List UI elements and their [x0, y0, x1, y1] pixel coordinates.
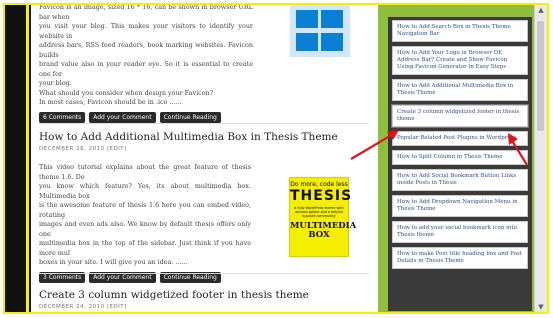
left-accent-line: [26, 5, 29, 312]
sidebar-link-highlighted[interactable]: Create 3 column widgetized footer in the…: [391, 104, 529, 128]
sidebar-link[interactable]: How to Add Additional Multimedia Box in …: [392, 79, 528, 101]
excerpt-line: your blog.: [39, 79, 72, 87]
scroll-thumb[interactable]: [537, 21, 544, 131]
sidebar-link[interactable]: How to add your social bookmark icon int…: [392, 221, 528, 243]
excerpt-line: is the awesome feature of thesis 1.6 her…: [39, 201, 251, 219]
excerpt-line: brand value also in your reader eye. So …: [39, 60, 253, 78]
book-caption: MULTIMEDIA BOX: [290, 222, 356, 240]
excerpt-line: What should you consider when design you…: [39, 88, 214, 97]
excerpt-line: multimedia box in the top of the sidebar…: [39, 239, 251, 257]
add-comment-button[interactable]: Add your Comment: [89, 111, 156, 123]
excerpt-line: Favicon is an image, sized 16 * 16, can …: [39, 3, 253, 21]
continue-reading-button[interactable]: Continue Reading: [159, 111, 221, 123]
post-widgetized-footer: Create 3 column widgetized footer in the…: [39, 289, 369, 310]
book-subtitle: a fully WordPress theme with options gal…: [294, 206, 344, 218]
post-title-link[interactable]: How to Add Additional Multimedia Box in …: [39, 131, 369, 143]
book-title: THESIS: [290, 188, 353, 204]
excerpt-line: boxes in your site. I will give you an i…: [39, 258, 188, 266]
book-tagline: Do more, code less: [290, 181, 348, 188]
sidebar-link[interactable]: How to Add Social Bookmark Button Links …: [392, 169, 528, 191]
sidebar-link[interactable]: How to Add Your Logo in Browser DE Addre…: [392, 46, 528, 75]
post-buttons: 6 Comments Add your Comment Continue Rea…: [39, 111, 253, 123]
sidebar-link[interactable]: How to make Post title heading box and P…: [392, 247, 528, 269]
excerpt-line: This video tutorial explains about the g…: [39, 163, 251, 181]
excerpt-line: images and even ads also. We know by def…: [39, 220, 251, 238]
post-meta: DECEMBER 24, 2010 [EDIT]: [39, 304, 127, 310]
post-divider: [39, 273, 369, 274]
post-excerpt: Favicon is an image, sized 16 * 16, can …: [39, 3, 253, 108]
sidebar-link[interactable]: How to Add Dropdown Navigation Menu in T…: [392, 195, 528, 217]
red-arrow-icon: [350, 130, 399, 160]
post-title-link[interactable]: Create 3 column widgetized footer in the…: [39, 289, 369, 301]
main-content: Favicon is an image, sized 16 * 16, can …: [39, 5, 375, 312]
left-dark-strip: [5, 5, 31, 312]
windows-logo-icon: [290, 5, 350, 57]
thesis-book-image: Do more, code less THESIS a fully WordPr…: [289, 177, 356, 257]
post-excerpt: This video tutorial explains about the g…: [39, 163, 251, 268]
screenshot-frame: Favicon is an image, sized 16 * 16, can …: [3, 3, 549, 314]
post-divider: [39, 123, 369, 124]
scroll-up-icon[interactable]: ▲: [535, 5, 547, 15]
comments-button[interactable]: 6 Comments: [39, 111, 86, 123]
post-favicon: Favicon is an image, sized 16 * 16, can …: [39, 3, 253, 123]
red-arrow-icon: [508, 133, 528, 166]
vertical-scrollbar[interactable]: ▲ ▼: [534, 5, 547, 312]
sidebar-link[interactable]: How to Add Search Box in Thesis Theme Na…: [392, 20, 528, 42]
excerpt-line: you visit your blog. This makes your vis…: [39, 22, 253, 40]
excerpt-line: you know which feature? Yes, its about m…: [39, 182, 251, 200]
excerpt-line: In most cases, Favicon should be in .ico…: [39, 98, 182, 106]
post-meta: DECEMBER 26, 2010 [EDIT]: [39, 146, 127, 152]
book-caption-line: BOX: [308, 230, 330, 240]
scroll-down-icon[interactable]: ▼: [535, 302, 547, 312]
excerpt-line: address bars, RSS feed readers, book mar…: [39, 41, 253, 59]
